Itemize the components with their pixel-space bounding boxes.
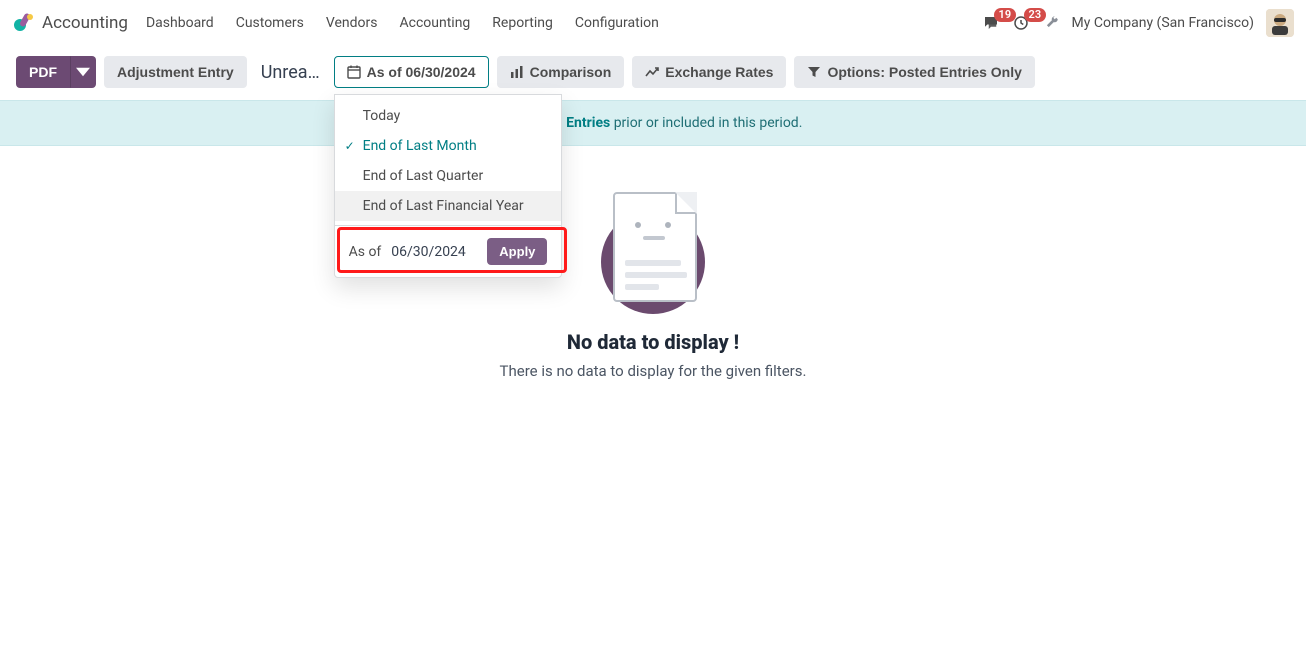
empty-illustration	[593, 192, 713, 312]
asof-filter-button[interactable]: As of 06/30/2024	[334, 56, 489, 88]
top-navbar: Accounting Dashboard Customers Vendors A…	[0, 0, 1306, 46]
pdf-button[interactable]: PDF	[16, 56, 70, 88]
options-label: Options: Posted Entries Only	[827, 64, 1021, 80]
main-menu: Dashboard Customers Vendors Accounting R…	[146, 15, 659, 31]
apply-button[interactable]: Apply	[487, 238, 547, 265]
exchange-rates-label: Exchange Rates	[665, 64, 773, 80]
exchange-rates-button[interactable]: Exchange Rates	[632, 56, 786, 88]
calendar-icon	[347, 65, 361, 79]
messages-button[interactable]: 19	[982, 14, 1000, 32]
topbar-right: 19 23 My Company (San Francisco)	[982, 9, 1294, 37]
caret-down-icon	[76, 65, 90, 79]
menu-dashboard[interactable]: Dashboard	[146, 15, 214, 31]
asof-option-end-last-fy[interactable]: End of Last Financial Year	[335, 191, 561, 221]
banner-text-suffix: prior or included in this period.	[610, 115, 802, 131]
line-chart-icon	[645, 65, 659, 79]
pdf-dropdown-toggle[interactable]	[70, 56, 96, 88]
info-banner: d Journal Entries prior or included in t…	[0, 100, 1306, 146]
document-icon	[613, 192, 697, 302]
empty-subtitle: There is no data to display for the give…	[500, 362, 807, 380]
app-name[interactable]: Accounting	[42, 13, 128, 33]
avatar[interactable]	[1266, 9, 1294, 37]
asof-option-end-last-month[interactable]: End of Last Month	[335, 131, 561, 161]
breadcrumb-truncated: Unrea…	[261, 62, 320, 83]
asof-label: As of	[349, 244, 382, 260]
asof-filter-label: As of 06/30/2024	[367, 64, 476, 80]
activities-button[interactable]: 23	[1012, 14, 1030, 32]
app-logo[interactable]	[12, 11, 36, 35]
comparison-label: Comparison	[530, 64, 612, 80]
company-switcher[interactable]: My Company (San Francisco)	[1072, 15, 1254, 31]
comparison-button[interactable]: Comparison	[497, 56, 625, 88]
menu-customers[interactable]: Customers	[236, 15, 304, 31]
asof-date-input[interactable]: 06/30/2024	[391, 244, 477, 260]
adjustment-entry-button[interactable]: Adjustment Entry	[104, 56, 247, 88]
options-button[interactable]: Options: Posted Entries Only	[794, 56, 1034, 88]
menu-configuration[interactable]: Configuration	[575, 15, 659, 31]
menu-accounting[interactable]: Accounting	[399, 15, 470, 31]
menu-reporting[interactable]: Reporting	[492, 15, 553, 31]
funnel-icon	[807, 65, 821, 79]
menu-vendors[interactable]: Vendors	[326, 15, 378, 31]
empty-state: No data to display ! There is no data to…	[0, 192, 1306, 382]
asof-dropdown: Today End of Last Month End of Last Quar…	[334, 94, 562, 278]
asof-option-today[interactable]: Today	[335, 101, 561, 131]
dropdown-divider	[335, 225, 561, 226]
report-toolbar: PDF Adjustment Entry Unrea… As of 06/30/…	[0, 46, 1306, 100]
empty-title: No data to display !	[567, 330, 739, 354]
asof-filter-wrap: As of 06/30/2024 Today End of Last Month…	[334, 56, 489, 88]
asof-option-end-last-quarter[interactable]: End of Last Quarter	[335, 161, 561, 191]
asof-custom-row: As of 06/30/2024 Apply	[335, 234, 561, 267]
logo-icon	[12, 11, 36, 35]
activity-badge: 23	[1024, 8, 1047, 22]
bar-chart-icon	[510, 65, 524, 79]
